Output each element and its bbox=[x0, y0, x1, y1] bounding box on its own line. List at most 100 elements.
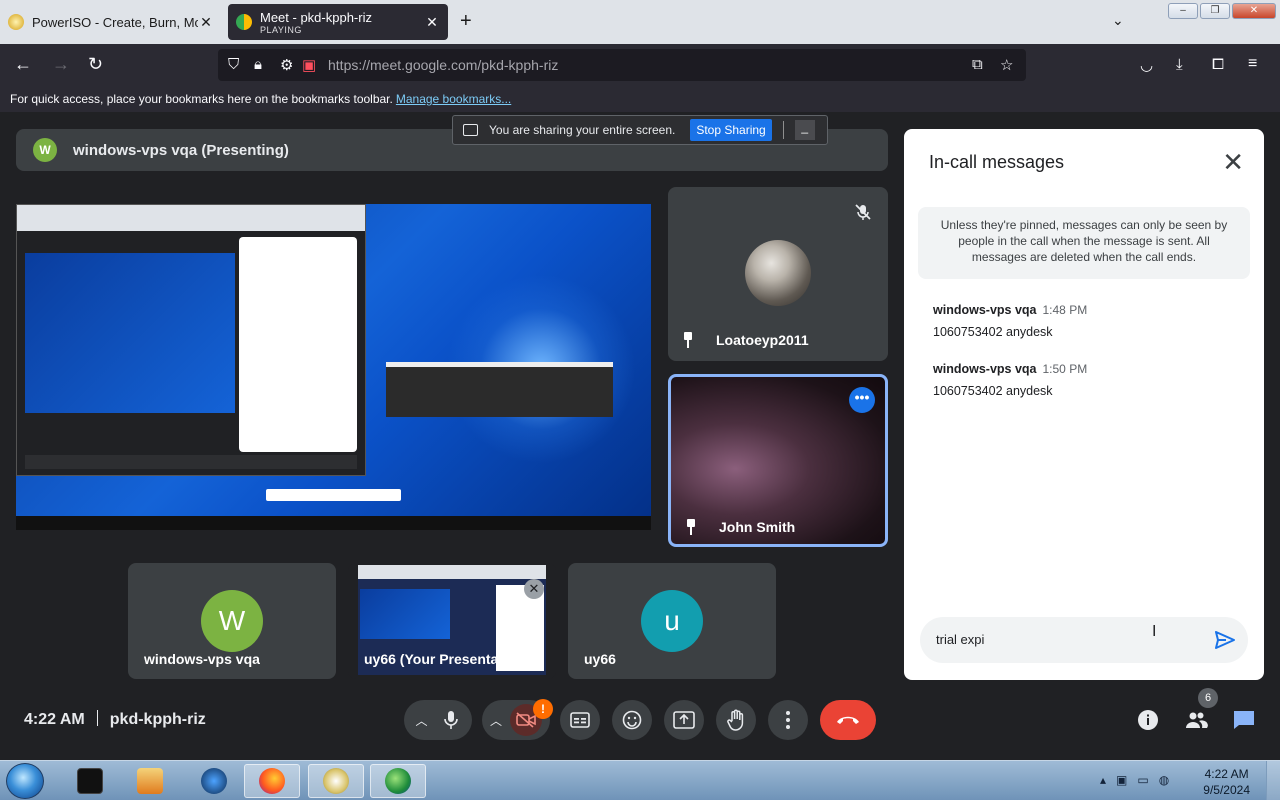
people-icon[interactable] bbox=[1184, 708, 1208, 732]
taskbar-app-globe-icon[interactable] bbox=[186, 764, 242, 798]
chat-icon[interactable] bbox=[1232, 708, 1256, 732]
raise-hand-button[interactable] bbox=[716, 700, 756, 740]
thumb-shared-screen bbox=[360, 589, 450, 639]
screen-share-indicator-icon[interactable]: ▣ bbox=[302, 56, 316, 74]
messages-notice: Unless they're pinned, messages can only… bbox=[918, 207, 1250, 279]
reload-icon[interactable]: ↻ bbox=[88, 54, 103, 75]
participant-name: John Smith bbox=[719, 519, 796, 535]
forward-icon[interactable]: → bbox=[52, 54, 70, 75]
taskbar-app-poweriso-icon[interactable] bbox=[308, 764, 364, 798]
message-sender: windows-vps vqa bbox=[933, 362, 1037, 376]
reactions-button[interactable] bbox=[612, 700, 652, 740]
menu-icon[interactable]: ≡ bbox=[1248, 55, 1257, 73]
video-settings-chevron-icon[interactable]: ︿ bbox=[490, 712, 502, 729]
lock-icon[interactable]: 🔒︎ bbox=[254, 56, 262, 73]
pin-icon[interactable] bbox=[685, 519, 697, 535]
nested-messages-panel bbox=[239, 237, 357, 452]
meeting-code: pkd-kpph-riz bbox=[109, 711, 206, 728]
present-now-button[interactable] bbox=[664, 700, 704, 740]
nested-browser-window bbox=[16, 204, 366, 476]
picture-in-picture-icon[interactable]: ⧉ bbox=[972, 56, 983, 73]
pin-icon[interactable] bbox=[682, 332, 694, 348]
shared-screen-video[interactable] bbox=[16, 204, 651, 530]
captions-button[interactable] bbox=[560, 700, 600, 740]
meeting-details-icon[interactable] bbox=[1136, 708, 1160, 732]
windows-taskbar: ▴ ▣ ▭ ◍ 4:22 AM 9/5/2024 bbox=[0, 760, 1280, 800]
list-all-tabs-icon[interactable]: ⌄ bbox=[1112, 12, 1124, 29]
message-input[interactable]: trial expi bbox=[920, 617, 1248, 663]
mic-off-icon bbox=[855, 204, 871, 220]
on-screen-keyboard bbox=[386, 362, 613, 417]
participant-name: windows-vps vqa bbox=[144, 651, 260, 667]
show-desktop-button[interactable] bbox=[1266, 761, 1280, 800]
taskbar-app-firefox-icon[interactable] bbox=[244, 764, 300, 798]
show-hidden-icons-icon[interactable]: ▴ bbox=[1100, 773, 1106, 787]
participant-avatar bbox=[745, 240, 811, 306]
window-controls: – ❐ ✕ bbox=[1168, 3, 1276, 19]
tab-meet[interactable]: Meet - pkd-kpph-riz PLAYING ✕ bbox=[228, 4, 448, 40]
tracking-protection-icon[interactable]: ⛉ bbox=[228, 56, 239, 73]
close-panel-icon[interactable]: ✕ bbox=[1222, 147, 1244, 178]
clock-date: 9/5/2024 bbox=[1203, 783, 1250, 797]
close-window-button[interactable]: ✕ bbox=[1232, 3, 1276, 19]
participant-avatar: W bbox=[201, 590, 263, 652]
stop-sharing-button[interactable]: Stop Sharing bbox=[690, 119, 772, 141]
participant-tile-your-presentation[interactable]: ✕ uy66 (Your Presentation) bbox=[348, 563, 556, 679]
camera-off-icon bbox=[516, 712, 536, 728]
tab-title: PowerISO - Create, Burn, Mount bbox=[32, 14, 198, 30]
share-message: You are sharing your entire screen. bbox=[489, 123, 676, 137]
tab-playing-label: PLAYING bbox=[260, 24, 302, 35]
tray-app-icon[interactable]: ▣ bbox=[1116, 773, 1127, 787]
display-icon[interactable]: ▭ bbox=[1137, 773, 1148, 787]
microphone-icon[interactable] bbox=[442, 710, 460, 730]
clock-time: 4:22 AM bbox=[1204, 767, 1249, 781]
panel-title: In-call messages bbox=[929, 152, 1065, 172]
divider bbox=[96, 710, 98, 726]
emoji-icon bbox=[622, 710, 642, 730]
hide-banner-button[interactable]: _ bbox=[794, 120, 815, 140]
minimize-window-button[interactable]: – bbox=[1168, 3, 1198, 19]
url-domain: https://meet.google.com bbox=[328, 57, 478, 73]
pocket-icon[interactable]: ◡ bbox=[1140, 56, 1153, 74]
tab-poweriso[interactable]: PowerISO - Create, Burn, Mount ✕ bbox=[0, 4, 222, 40]
new-tab-icon[interactable]: + bbox=[460, 10, 472, 33]
more-options-button[interactable] bbox=[768, 700, 808, 740]
stop-presentation-icon[interactable]: ✕ bbox=[524, 579, 544, 599]
extensions-icon[interactable]: ⧠ bbox=[1212, 56, 1224, 73]
participant-tile-windows-vps[interactable]: W windows-vps vqa bbox=[128, 563, 336, 679]
manage-bookmarks-link[interactable]: Manage bookmarks... bbox=[396, 92, 511, 106]
share-screen-icon bbox=[463, 124, 478, 136]
network-icon[interactable]: ◍ bbox=[1159, 773, 1169, 787]
send-icon[interactable] bbox=[1214, 629, 1236, 651]
more-options-icon[interactable]: ••• bbox=[849, 387, 875, 413]
permissions-icon[interactable]: ⚙ bbox=[280, 56, 293, 74]
back-icon[interactable]: ← bbox=[14, 54, 32, 75]
close-tab-icon[interactable]: ✕ bbox=[198, 14, 214, 31]
participant-tile-uy66[interactable]: u uy66 bbox=[568, 563, 776, 679]
close-tab-icon[interactable]: ✕ bbox=[424, 14, 440, 31]
leave-call-button[interactable] bbox=[820, 700, 876, 740]
restore-window-button[interactable]: ❐ bbox=[1200, 3, 1230, 19]
url-bar[interactable]: ⛉ 🔒︎ ⚙ ▣ https://meet.google.com/pkd-kpp… bbox=[218, 49, 1026, 81]
start-button-icon[interactable] bbox=[6, 763, 44, 799]
audio-settings-chevron-icon[interactable]: ︿ bbox=[415, 712, 427, 729]
captions-icon bbox=[570, 712, 590, 728]
downloads-icon[interactable]: ⤓ bbox=[1176, 56, 1183, 73]
participants-count-badge: 6 bbox=[1198, 688, 1218, 708]
bookmarks-toolbar: For quick access, place your bookmarks h… bbox=[0, 86, 1280, 112]
taskbar-app-media-player-icon[interactable] bbox=[122, 764, 178, 798]
meet-favicon-icon bbox=[236, 14, 252, 30]
thumb-browser-chrome bbox=[358, 565, 546, 579]
bookmark-star-icon[interactable]: ☆ bbox=[1000, 56, 1013, 74]
participant-tile-loatoeyp2011[interactable]: Loatoeyp2011 bbox=[668, 187, 888, 361]
raise-hand-icon bbox=[727, 709, 744, 731]
taskbar-app-terminal-icon[interactable] bbox=[62, 764, 118, 798]
message-input-value: trial expi bbox=[936, 632, 985, 647]
tab-title: Meet - pkd-kpph-riz bbox=[260, 9, 372, 25]
participant-avatar: u bbox=[641, 590, 703, 652]
participant-tile-john-smith[interactable]: ••• John Smith bbox=[668, 374, 888, 547]
system-clock[interactable]: 4:22 AM 9/5/2024 bbox=[1203, 766, 1250, 798]
end-call-icon bbox=[837, 716, 859, 724]
url-text: https://meet.google.com/pkd-kpph-riz bbox=[328, 57, 558, 73]
taskbar-app-downloader-icon[interactable] bbox=[370, 764, 426, 798]
